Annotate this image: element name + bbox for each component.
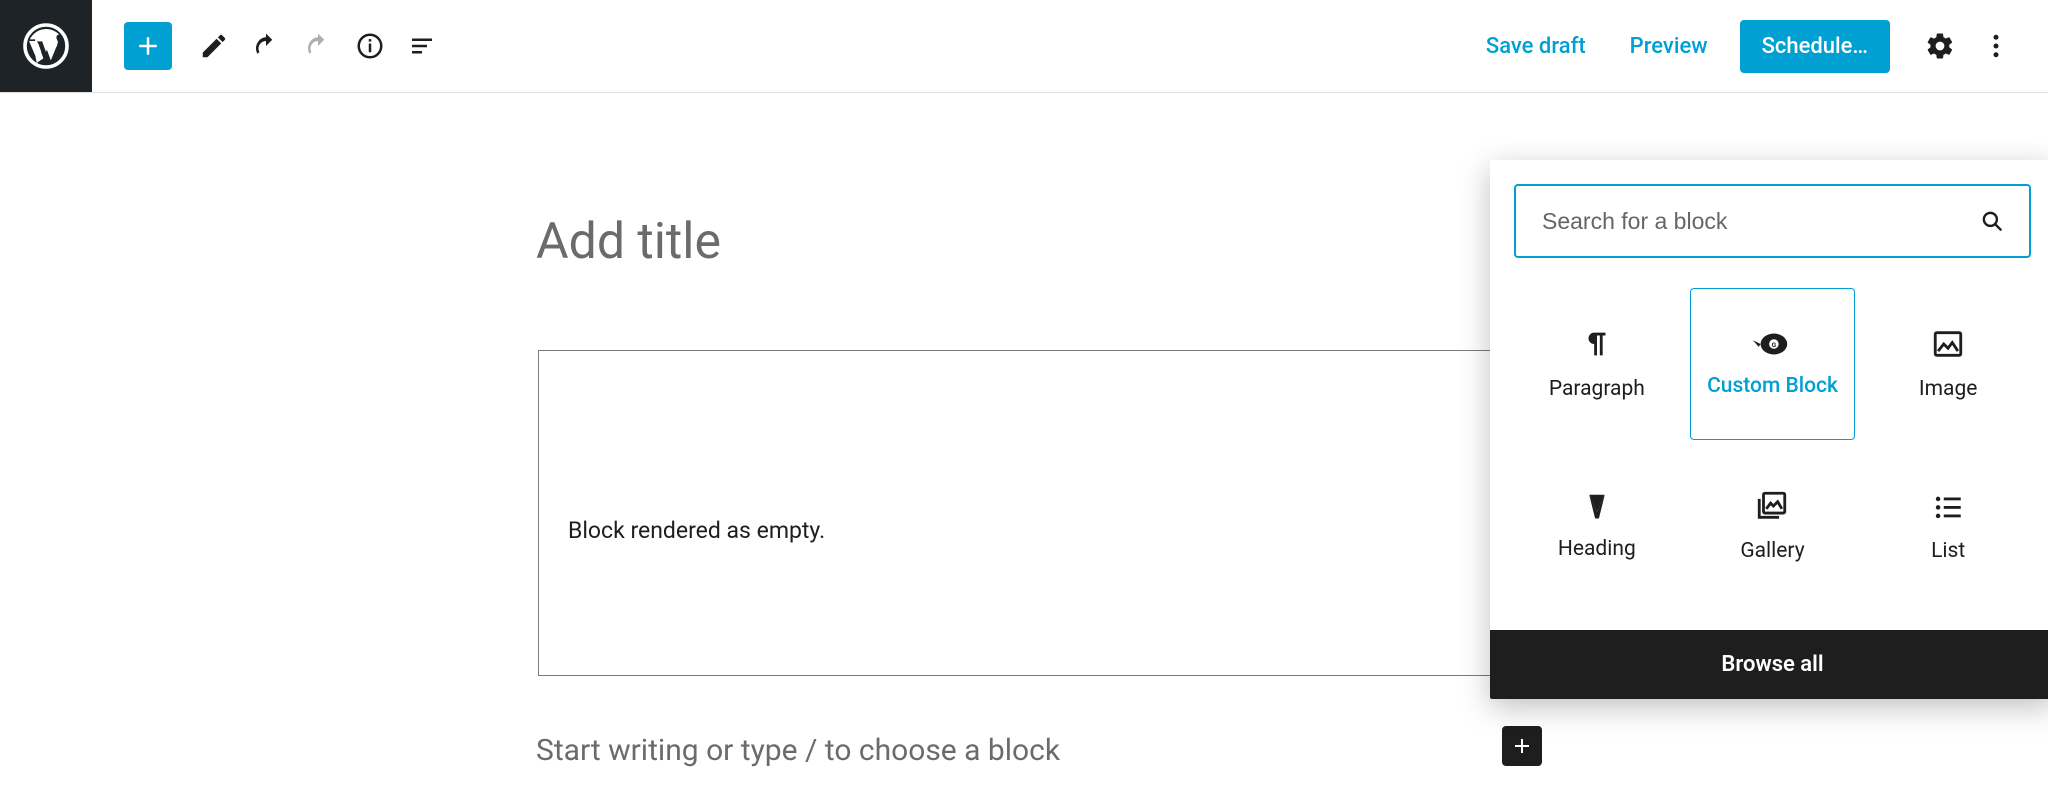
preview-button[interactable]: Preview (1612, 20, 1726, 73)
block-option-label: List (1931, 539, 1965, 563)
block-options-grid: Paragraph G Custom Block Image Heading G… (1490, 282, 2048, 630)
schedule-button[interactable]: Schedule… (1740, 20, 1890, 73)
browse-all-button[interactable]: Browse all (1490, 630, 2048, 699)
more-menu-button[interactable] (1972, 22, 2020, 70)
block-option-custom-block[interactable]: G Custom Block (1690, 288, 1856, 440)
paragraph-icon (1580, 327, 1614, 361)
list-view-button[interactable] (398, 22, 446, 70)
heading-icon (1582, 491, 1612, 521)
search-icon (1979, 208, 2005, 234)
image-icon (1931, 327, 1965, 361)
edit-mode-button[interactable] (190, 22, 238, 70)
plus-icon (133, 31, 163, 61)
block-search (1514, 184, 2031, 258)
default-block-appender[interactable]: Start writing or type / to choose a bloc… (536, 733, 1060, 768)
wordpress-icon (22, 22, 70, 70)
redo-button[interactable] (294, 22, 342, 70)
gallery-icon (1755, 489, 1789, 523)
svg-text:G: G (1772, 341, 1777, 349)
empty-block-message: Block rendered as empty. (568, 517, 825, 544)
block-option-gallery[interactable]: Gallery (1690, 450, 1856, 602)
block-search-input[interactable] (1540, 207, 1963, 236)
block-option-label: Gallery (1740, 539, 1804, 563)
block-option-label: Paragraph (1549, 377, 1645, 401)
block-option-image[interactable]: Image (1865, 288, 2031, 440)
inline-inserter-button[interactable] (1502, 726, 1542, 766)
block-option-paragraph[interactable]: Paragraph (1514, 288, 1680, 440)
info-icon (355, 31, 385, 61)
redo-icon (303, 31, 333, 61)
block-picker-popover: Paragraph G Custom Block Image Heading G… (1490, 160, 2048, 699)
wp-logo[interactable] (0, 0, 92, 92)
undo-button[interactable] (242, 22, 290, 70)
block-option-label: Heading (1558, 537, 1636, 561)
list-icon (1931, 489, 1965, 523)
pencil-icon (199, 31, 229, 61)
editor-header: Save draft Preview Schedule… (0, 0, 2048, 93)
toolbar-right: Save draft Preview Schedule… (1468, 20, 2048, 73)
block-option-label: Custom Block (1707, 374, 1838, 398)
block-inserter-button[interactable] (124, 22, 172, 70)
content-info-button[interactable] (346, 22, 394, 70)
toolbar-left (92, 22, 446, 70)
post-title-input[interactable]: Add title (536, 213, 721, 271)
block-option-heading[interactable]: Heading (1514, 450, 1680, 602)
gear-icon (1925, 31, 1955, 61)
plus-icon (1510, 734, 1534, 758)
more-vertical-icon (1981, 31, 2011, 61)
block-option-list[interactable]: List (1865, 450, 2031, 602)
list-view-icon (407, 31, 437, 61)
settings-button[interactable] (1916, 22, 1964, 70)
block-option-label: Image (1919, 377, 1977, 401)
empty-block-placeholder[interactable] (538, 350, 1534, 676)
save-draft-button[interactable]: Save draft (1468, 20, 1604, 73)
undo-icon (251, 31, 281, 61)
custom-block-icon: G (1753, 330, 1791, 358)
